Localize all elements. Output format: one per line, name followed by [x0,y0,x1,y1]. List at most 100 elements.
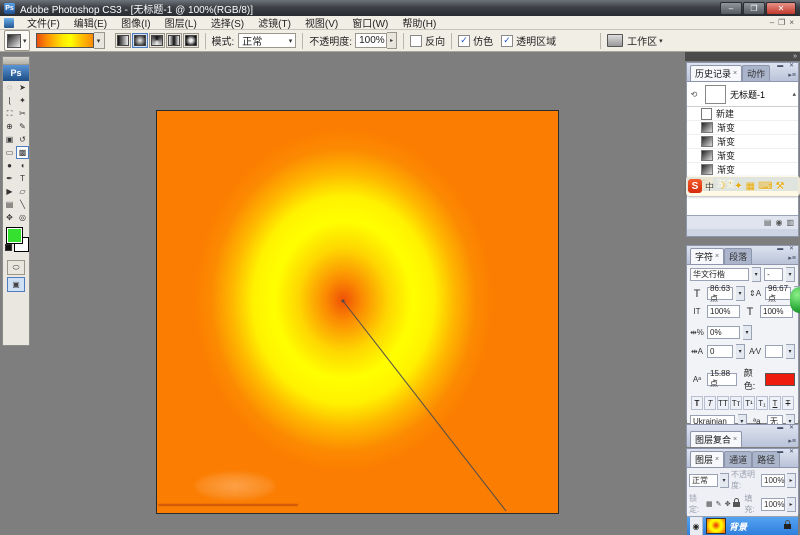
restore-button[interactable]: ❐ [743,2,765,15]
transparency-option[interactable]: ✓ 透明区域 [501,33,556,48]
new-document-from-state-button[interactable]: ▤ [764,219,772,227]
layer-blend-mode-select[interactable]: 正常 [689,474,718,487]
panel-group-controls[interactable]: ▬ ✕ [777,448,796,455]
font-size-input[interactable]: 86.63 点 [707,287,733,300]
lock-image-icon[interactable]: ✎ [715,500,722,508]
angle-gradient-button[interactable] [149,33,165,48]
opacity-spinner[interactable]: ▸ [387,32,397,49]
dock-header[interactable]: » [685,52,800,61]
small-caps-button[interactable]: Tᴛ [730,396,742,410]
keyboard-icon[interactable]: ⌨ [758,181,772,192]
tab-layers[interactable]: 图层 × [690,451,724,467]
toolbox-grip[interactable] [3,57,29,65]
text-color-swatch[interactable] [765,373,795,386]
tracking-input[interactable]: 0 [707,345,733,358]
reflected-gradient-button[interactable] [166,33,182,48]
superscript-button[interactable]: T¹ [743,396,755,410]
panel-menu-icon[interactable]: ▸≡ [788,437,796,445]
close-icon[interactable]: × [715,253,719,260]
type-tool[interactable]: T [16,172,29,185]
punctuation-icon[interactable]: ’ [729,181,731,192]
chevron-down-icon[interactable]: ▾ [752,267,761,282]
panel-group-controls[interactable]: ▬ ✕ [777,245,796,252]
close-button[interactable]: ✕ [766,2,796,15]
slice-tool[interactable]: ✂ [16,107,29,120]
menu-help[interactable]: 帮助(H) [395,16,443,30]
panel-group-controls[interactable]: ▬ ✕ [777,424,796,431]
menu-edit[interactable]: 编辑(E) [67,16,114,30]
history-entry[interactable]: 渐变 [687,163,798,177]
tab-layer-comps[interactable]: 图层复合 × [690,431,742,447]
diamond-gradient-button[interactable] [183,33,199,48]
strikethrough-button[interactable]: T [782,396,794,410]
scroll-up-icon[interactable]: ▴ [792,90,798,98]
history-snapshot-row[interactable]: ⟲ 无标题-1 ▴ [687,82,798,107]
transparency-checkbox[interactable]: ✓ [501,35,513,47]
linear-gradient-button[interactable] [115,33,131,48]
gradient-picker-arrow[interactable]: ▾ [94,32,105,49]
skin-icon[interactable]: ▦ [746,181,755,192]
font-family-select[interactable]: 华文行楷 [690,268,749,281]
chinese-mode-icon[interactable]: 中 [705,180,714,193]
chevron-down-icon[interactable]: ▾ [736,344,745,359]
half-full-width-icon[interactable]: ☽ [717,181,726,192]
move-tool[interactable]: ➤ [16,81,29,94]
tab-history[interactable]: 历史记录 × [690,65,742,81]
lock-transparency-icon[interactable]: ▦ [706,500,713,508]
fill-input[interactable]: 100% [761,498,785,511]
close-icon[interactable]: × [733,70,737,77]
tool-preset-picker[interactable]: ▾ [4,30,30,51]
history-entry[interactable]: 渐变 [687,121,798,135]
all-caps-button[interactable]: TT [717,396,729,410]
gradient-tool-selected[interactable]: ▩ [16,146,29,159]
blend-mode-select[interactable]: 正常 ▾ [238,33,296,48]
collapse-dock-icon[interactable]: » [793,53,797,60]
radial-gradient-button[interactable] [132,33,148,48]
reverse-option[interactable]: 反向 [410,33,445,48]
crop-tool[interactable]: ⛶ [3,107,16,120]
lock-position-icon[interactable]: ✥ [724,500,731,508]
layer-opacity-input[interactable]: 100% [761,474,785,487]
horizontal-scale-input[interactable]: 100% [760,305,793,318]
menu-filter[interactable]: 滤镜(T) [251,16,298,30]
history-brush-tool[interactable]: ↺ [16,133,29,146]
layer-row-background[interactable]: ◉ 背景 [687,516,798,535]
menu-layer[interactable]: 图层(L) [158,16,204,30]
default-colors-icon[interactable] [5,244,12,251]
tab-paths[interactable]: 路径 [752,451,780,467]
chevron-down-icon[interactable]: ▾ [786,267,795,282]
chevron-down-icon[interactable]: ▾ [720,473,729,488]
history-source-icon[interactable]: ⟲ [689,90,699,99]
tab-actions[interactable]: 动作 [742,65,770,81]
baseline-shift-input[interactable]: 15.88 点 [707,373,737,386]
history-entry[interactable]: 渐变 [687,149,798,163]
chevron-down-icon[interactable]: ▾ [786,344,795,359]
magic-icon[interactable]: ✦ [734,181,742,192]
sogou-logo-icon[interactable]: S [688,179,702,193]
chevron-down-icon[interactable]: ▾ [743,325,752,340]
faux-italic-button[interactable]: T [704,396,716,410]
hand-tool[interactable]: ✥ [3,211,16,224]
menu-window[interactable]: 窗口(W) [345,16,395,30]
zoom-tool[interactable]: ◎ [16,211,29,224]
clone-stamp-tool[interactable]: ▣ [3,133,16,146]
doc-close-button[interactable]: × [789,18,794,27]
dither-checkbox[interactable]: ✓ [458,35,470,47]
eyedropper-tool[interactable]: ╲ [16,198,29,211]
healing-brush-tool[interactable]: ⊕ [3,120,16,133]
menu-image[interactable]: 图像(I) [114,16,157,30]
tab-channels[interactable]: 通道 [724,451,752,467]
subscript-button[interactable]: T₁ [756,396,768,410]
eraser-tool[interactable]: ▭ [3,146,16,159]
tools-icon[interactable]: ⚒ [776,181,785,192]
doc-restore-button[interactable]: ❐ [778,18,785,27]
pen-tool[interactable]: ✒ [3,172,16,185]
leading-input[interactable]: 96.67 点 [765,287,791,300]
screen-mode-button[interactable]: ▣ [7,277,25,292]
workspace-button[interactable]: 工作区 ▾ [607,33,663,48]
faux-bold-button[interactable]: T [691,396,703,410]
minimize-button[interactable]: – [720,2,742,15]
panel-group-controls[interactable]: ▬ ✕ [777,62,796,69]
dither-option[interactable]: ✓ 仿色 [458,33,493,48]
panel-menu-icon[interactable]: ▸≡ [788,71,796,79]
